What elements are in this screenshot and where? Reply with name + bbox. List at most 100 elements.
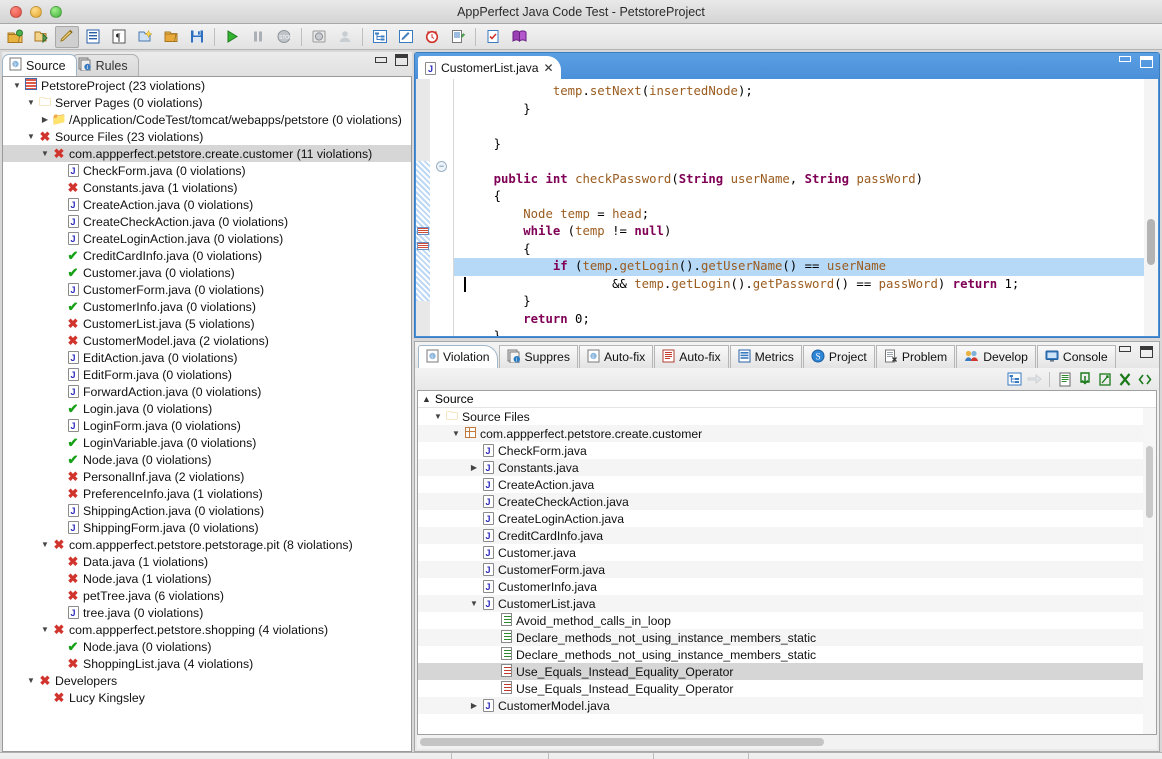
open-project-icon[interactable] bbox=[3, 26, 27, 48]
source-tree-row[interactable]: J CreateLoginAction.java (0 violations) bbox=[3, 230, 411, 247]
tree-twisty[interactable]: ▼ bbox=[39, 149, 51, 158]
violation-row[interactable]: J CreateLoginAction.java bbox=[418, 510, 1156, 527]
tree-twisty[interactable]: ▼ bbox=[11, 81, 23, 90]
violation-row[interactable]: Avoid_method_calls_in_loop bbox=[418, 612, 1156, 629]
user-icon[interactable] bbox=[333, 26, 357, 48]
edit-note-icon[interactable] bbox=[394, 26, 418, 48]
source-tree-row[interactable]: ✔ Node.java (0 violations) bbox=[3, 451, 411, 468]
source-tree-row[interactable]: ✔ LoginVariable.java (0 violations) bbox=[3, 434, 411, 451]
editor-code-area[interactable]: temp.setNext(insertedNode); } } public i… bbox=[454, 79, 1144, 336]
export-doc-icon[interactable] bbox=[1096, 371, 1113, 388]
violation-row[interactable]: ▶ J CustomerModel.java bbox=[418, 697, 1156, 714]
source-tree-row[interactable]: ▼ ✖ Source Files (23 violations) bbox=[3, 128, 411, 145]
minimize-panel-button[interactable] bbox=[375, 57, 387, 63]
violation-row[interactable]: J CreateAction.java bbox=[418, 476, 1156, 493]
violation-twisty[interactable]: ▶ bbox=[468, 463, 480, 472]
tree-twisty[interactable]: ▼ bbox=[39, 540, 51, 549]
list-view-icon[interactable] bbox=[81, 26, 105, 48]
source-tree-row[interactable]: J CreateCheckAction.java (0 violations) bbox=[3, 213, 411, 230]
export-pdf-icon[interactable] bbox=[1076, 371, 1093, 388]
code-line[interactable]: { bbox=[454, 188, 1144, 206]
report-icon[interactable] bbox=[446, 26, 470, 48]
editor-scroll-thumb[interactable] bbox=[1147, 219, 1155, 265]
source-tree-row[interactable]: J EditForm.java (0 violations) bbox=[3, 366, 411, 383]
source-tree[interactable]: ▼ PetstoreProject (23 violations) ▼ 🗀 Server… bbox=[2, 76, 412, 752]
editor-tab-customerlist[interactable]: J CustomerList.java ✕ bbox=[418, 56, 561, 79]
tree-twisty[interactable]: ▼ bbox=[25, 98, 37, 107]
code-line[interactable]: while (temp != null) bbox=[454, 223, 1144, 241]
violation-tab-develop[interactable]: Develop bbox=[956, 345, 1036, 368]
violation-tab-console[interactable]: Console bbox=[1036, 345, 1116, 368]
source-tree-row[interactable]: ▼ ✖ Developers bbox=[3, 672, 411, 689]
tree-twisty[interactable]: ▼ bbox=[25, 132, 37, 141]
violation-row[interactable]: Declare_methods_not_using_instance_membe… bbox=[418, 646, 1156, 663]
violation-column-header[interactable]: ▲ Source bbox=[418, 391, 1156, 408]
violation-vertical-scrollbar[interactable] bbox=[1143, 408, 1156, 734]
code-line[interactable]: } bbox=[454, 101, 1144, 119]
source-tree-row[interactable]: ✖ petTree.java (6 violations) bbox=[3, 587, 411, 604]
tree-view-icon[interactable] bbox=[368, 26, 392, 48]
maximize-editor-button[interactable] bbox=[1140, 56, 1153, 68]
source-tree-row[interactable]: ✔ Node.java (0 violations) bbox=[3, 638, 411, 655]
source-tree-row[interactable]: ✖ Lucy Kingsley bbox=[3, 689, 411, 706]
open-folder-icon[interactable] bbox=[159, 26, 183, 48]
source-tree-row[interactable]: J EditAction.java (0 violations) bbox=[3, 349, 411, 366]
source-tree-row[interactable]: ▼ ✖ com.appperfect.petstore.shopping (4 vi… bbox=[3, 621, 411, 638]
code-line[interactable]: } bbox=[454, 328, 1144, 336]
violation-horizontal-scrollbar[interactable] bbox=[417, 735, 1157, 749]
timer-icon[interactable] bbox=[420, 26, 444, 48]
violation-twisty[interactable]: ▼ bbox=[432, 412, 444, 421]
minimize-editor-button[interactable] bbox=[1119, 56, 1131, 62]
source-tree-row[interactable]: J CreateAction.java (0 violations) bbox=[3, 196, 411, 213]
pause-icon[interactable] bbox=[246, 26, 270, 48]
violation-tab-suppres[interactable]: i Suppres bbox=[498, 345, 578, 368]
maximize-panel-button[interactable] bbox=[395, 54, 408, 66]
violation-row[interactable]: Use_Equals_Instead_Equality_Operator bbox=[418, 663, 1156, 680]
violation-row[interactable]: ▼ 🗀 Source Files bbox=[418, 408, 1156, 425]
source-tree-row[interactable]: ✔ CustomerInfo.java (0 violations) bbox=[3, 298, 411, 315]
source-tree-row[interactable]: J ForwardAction.java (0 violations) bbox=[3, 383, 411, 400]
export-xml-icon[interactable] bbox=[1136, 371, 1153, 388]
code-line[interactable] bbox=[454, 118, 1144, 136]
violation-row[interactable]: Declare_methods_not_using_instance_membe… bbox=[418, 629, 1156, 646]
tree-twisty[interactable]: ▼ bbox=[39, 625, 51, 634]
minimize-violation-button[interactable] bbox=[1119, 346, 1131, 352]
new-file-icon[interactable] bbox=[133, 26, 157, 48]
close-window-button[interactable] bbox=[10, 5, 22, 18]
source-tree-row[interactable]: ✔ Customer.java (0 violations) bbox=[3, 264, 411, 281]
source-tree-row[interactable]: ▶ 📁/Application/CodeTest/tomcat/webapps/p… bbox=[3, 111, 411, 128]
source-tree-row[interactable]: ✖ Data.java (1 violations) bbox=[3, 553, 411, 570]
tree-twisty[interactable]: ▶ bbox=[39, 115, 51, 124]
paragraph-icon[interactable]: ¶ bbox=[107, 26, 131, 48]
source-tree-row[interactable]: ✖ Constants.java (1 violations) bbox=[3, 179, 411, 196]
source-tree-row[interactable]: J CheckForm.java (0 violations) bbox=[3, 162, 411, 179]
code-line[interactable]: return 0; bbox=[454, 311, 1144, 329]
editor-gutter[interactable]: − bbox=[430, 79, 454, 336]
source-tree-row[interactable]: ✖ PersonalInf.java (2 violations) bbox=[3, 468, 411, 485]
source-tree-row[interactable]: ✖ PreferenceInfo.java (1 violations) bbox=[3, 485, 411, 502]
tab-rules[interactable]: i Rules bbox=[70, 54, 139, 76]
source-tree-row[interactable]: ✖ ShoppingList.java (4 violations) bbox=[3, 655, 411, 672]
stop-icon[interactable]: STOP bbox=[272, 26, 296, 48]
code-line[interactable]: Node temp = head; bbox=[454, 206, 1144, 224]
violation-row[interactable]: Use_Equals_Instead_Equality_Operator bbox=[418, 680, 1156, 697]
violation-row[interactable]: J CreateCheckAction.java bbox=[418, 493, 1156, 510]
violation-row[interactable]: J CustomerInfo.java bbox=[418, 578, 1156, 595]
source-tree-row[interactable]: Jtree.java (0 violations) bbox=[3, 604, 411, 621]
tab-source[interactable]: i Source bbox=[2, 54, 77, 76]
source-tree-row[interactable]: J CustomerForm.java (0 violations) bbox=[3, 281, 411, 298]
violation-tab-problem[interactable]: Problem bbox=[875, 345, 956, 368]
code-line[interactable]: } bbox=[454, 293, 1144, 311]
violation-tab-metrics[interactable]: Metrics bbox=[729, 345, 802, 368]
source-tree-row[interactable]: ✔ CreditCardInfo.java (0 violations) bbox=[3, 247, 411, 264]
violation-hscroll-thumb[interactable] bbox=[420, 738, 824, 746]
violation-row[interactable]: J CustomerForm.java bbox=[418, 561, 1156, 578]
report-text-icon[interactable] bbox=[1056, 371, 1073, 388]
source-tree-row[interactable]: ▼ ✖ com.appperfect.petstore.create.custome… bbox=[3, 145, 411, 162]
violation-scroll-thumb[interactable] bbox=[1146, 446, 1153, 518]
export-excel-icon[interactable] bbox=[1116, 371, 1133, 388]
source-tree-row[interactable]: ✔ Login.java (0 violations) bbox=[3, 400, 411, 417]
violation-twisty[interactable]: ▼ bbox=[450, 429, 462, 438]
source-tree-row[interactable]: ✖ CustomerModel.java (2 violations) bbox=[3, 332, 411, 349]
edit-pencil-icon[interactable] bbox=[55, 25, 79, 48]
